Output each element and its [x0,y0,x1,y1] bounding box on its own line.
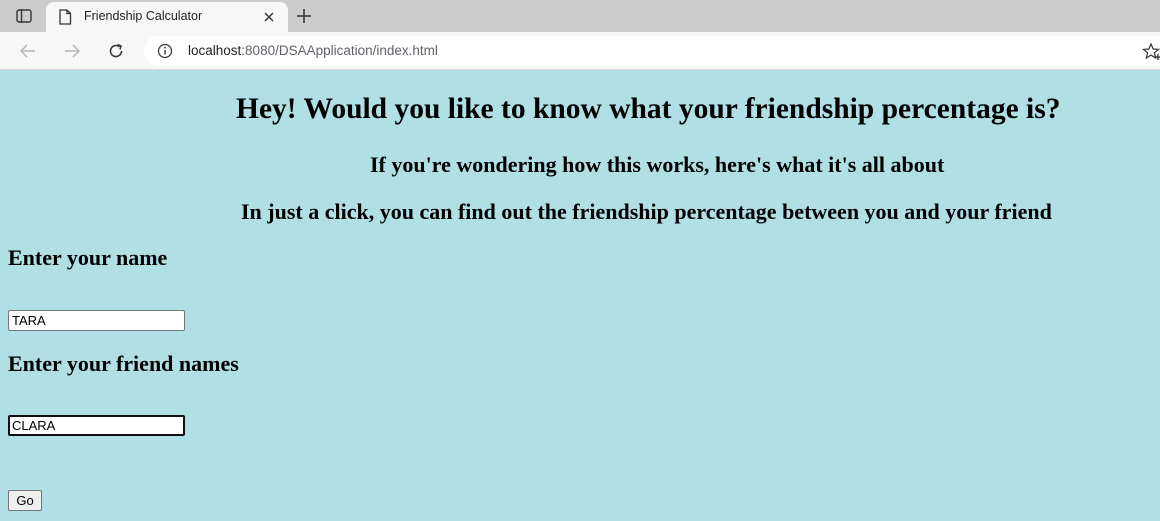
browser-tab-active[interactable]: Friendship Calculator [46,2,288,32]
star-plus-icon[interactable] [1141,42,1160,62]
plus-icon[interactable] [292,5,316,27]
friend-name-label: Enter your friend names [8,351,239,376]
arrow-left-icon[interactable] [16,40,40,62]
address-bar[interactable]: localhost:8080/DSAApplication/index.html [144,36,1160,66]
tab-actions-icon[interactable] [10,6,38,26]
info-icon[interactable] [157,43,173,59]
tab-strip: Friendship Calculator [0,0,1160,32]
page-heading: Hey! Would you like to know what your fr… [236,93,1061,125]
tab-title: Friendship Calculator [84,9,203,23]
browser-toolbar: localhost:8080/DSAApplication/index.html [0,32,1160,70]
go-button[interactable]: Go [8,490,42,511]
reload-icon[interactable] [104,40,128,62]
name-input[interactable] [8,310,185,331]
subheading-one-click: In just a click, you can find out the fr… [241,199,1052,224]
friend-name-input[interactable] [8,415,185,436]
url-text: localhost:8080/DSAApplication/index.html [188,43,438,58]
url-path: :8080/DSAApplication/index.html [241,43,438,58]
url-host: localhost [188,43,242,58]
name-label: Enter your name [8,245,168,270]
page-content: Hey! Would you like to know what your fr… [0,71,1160,521]
close-icon[interactable] [260,8,278,26]
arrow-right-icon[interactable] [60,40,84,62]
subheading-how-it-works: If you're wondering how this works, here… [370,152,945,177]
page-icon [58,9,72,25]
